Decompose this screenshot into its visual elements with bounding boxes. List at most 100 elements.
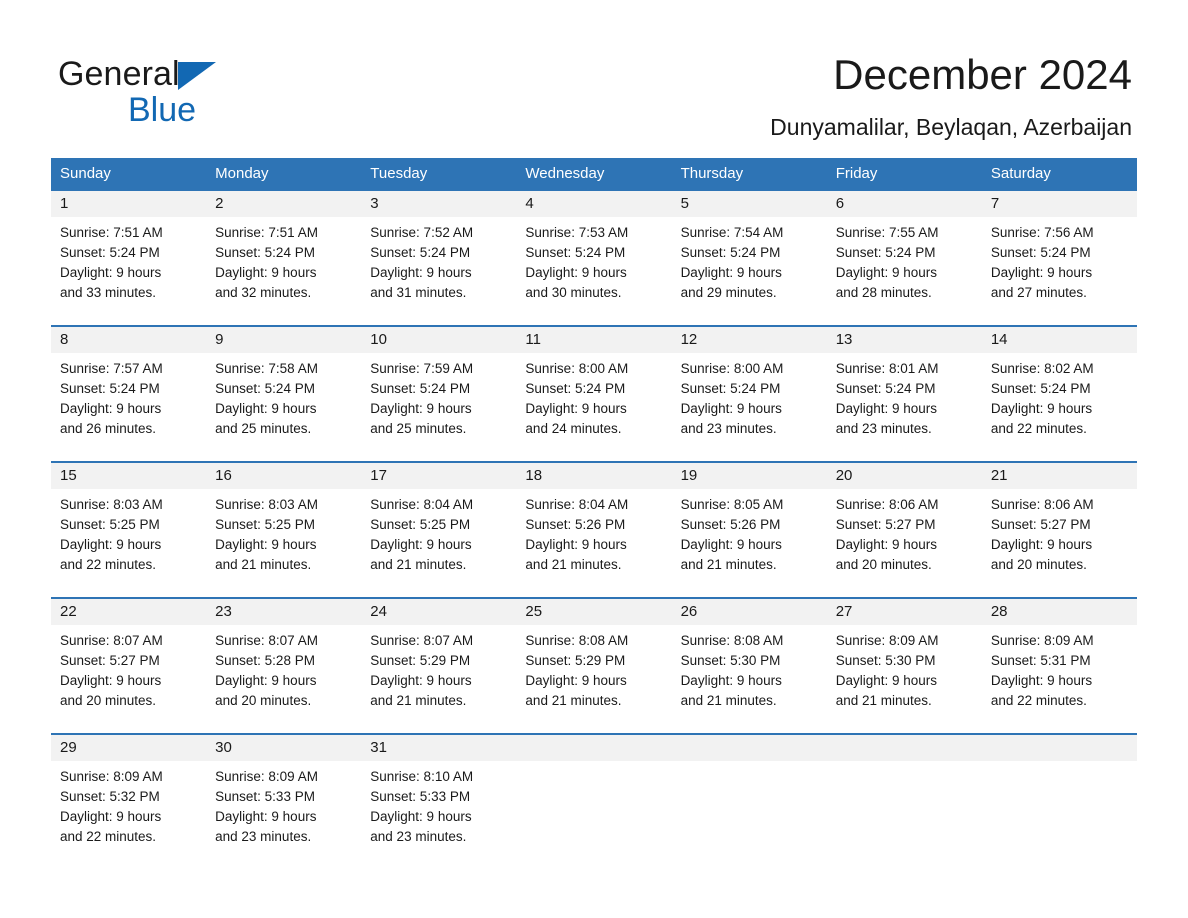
daylight-text-line2: and 25 minutes. <box>215 421 312 436</box>
day-cell[interactable]: 22 Sunrise: 8:07 AM Sunset: 5:27 PM Dayligh… <box>51 599 207 721</box>
day-cell[interactable]: 3 Sunrise: 7:52 AM Sunset: 5:24 PM Daylight… <box>361 191 517 313</box>
sunset-text: Sunset: 5:25 PM <box>215 517 315 532</box>
day-details: Sunrise: 7:54 AM Sunset: 5:24 PM Daylight:… <box>672 217 827 313</box>
day-cell[interactable]: 4 Sunrise: 7:53 AM Sunset: 5:24 PM Daylight… <box>516 191 672 313</box>
daylight-text-line2: and 33 minutes. <box>60 285 157 300</box>
day-cell[interactable]: 6 Sunrise: 7:55 AM Sunset: 5:24 PM Daylight… <box>826 191 982 313</box>
day-cell[interactable]: 17 Sunrise: 8:04 AM Sunset: 5:25 PM Dayligh… <box>361 463 517 585</box>
day-cell[interactable]: 23 Sunrise: 8:07 AM Sunset: 5:28 PM Dayligh… <box>206 599 362 721</box>
day-cell[interactable]: 18 Sunrise: 8:04 AM Sunset: 5:26 PM Dayligh… <box>516 463 672 585</box>
day-number: 29 <box>51 735 207 761</box>
sunset-text: Sunset: 5:29 PM <box>370 653 471 668</box>
day-number: 21 <box>981 463 1137 489</box>
day-cell[interactable]: 21 Sunrise: 8:06 AM Sunset: 5:27 PM Dayligh… <box>981 463 1137 585</box>
daylight-text-line1: Daylight: 9 hours <box>525 537 627 552</box>
sunrise-text: Sunrise: 8:01 AM <box>835 361 939 376</box>
sunset-text: Sunset: 5:29 PM <box>525 653 626 668</box>
daylight-text-line2: and 26 minutes. <box>60 421 157 436</box>
day-details: Sunrise: 8:09 AM Sunset: 5:32 PM Daylight:… <box>51 761 206 857</box>
sunrise-text: Sunrise: 7:56 AM <box>990 225 1094 240</box>
day-number: 7 <box>981 191 1137 217</box>
day-cell[interactable]: 10 Sunrise: 7:59 AM Sunset: 5:24 PM Dayligh… <box>361 327 517 449</box>
weekday-header-monday: Monday <box>215 165 269 182</box>
day-cell[interactable]: 1 Sunrise: 7:51 AM Sunset: 5:24 PM Daylight… <box>51 191 207 313</box>
daylight-text-line2: and 21 minutes. <box>525 693 622 708</box>
day-number: 30 <box>206 735 362 761</box>
general-blue-logo[interactable]: General Blue <box>58 54 388 132</box>
sunset-text: Sunset: 5:24 PM <box>835 381 936 396</box>
day-cell[interactable]: 12 Sunrise: 8:00 AM Sunset: 5:24 PM Dayligh… <box>671 327 827 449</box>
daylight-text-line2: and 29 minutes. <box>680 285 777 300</box>
daylight-text-line1: Daylight: 9 hours <box>60 265 162 280</box>
daylight-text-line1: Daylight: 9 hours <box>525 401 627 416</box>
sunrise-text: Sunrise: 8:04 AM <box>370 497 474 512</box>
daylight-text-line1: Daylight: 9 hours <box>215 809 317 824</box>
day-number: 28 <box>981 599 1137 625</box>
day-number: 12 <box>671 327 827 353</box>
sunrise-text: Sunrise: 8:03 AM <box>60 497 163 512</box>
daylight-text-line2: and 24 minutes. <box>525 421 622 436</box>
day-cell[interactable]: 28 Sunrise: 8:09 AM Sunset: 5:31 PM Dayligh… <box>981 599 1137 721</box>
daylight-text-line2: and 30 minutes. <box>525 285 622 300</box>
weekday-header-tuesday: Tuesday <box>370 165 428 182</box>
sunset-text: Sunset: 5:24 PM <box>990 245 1091 260</box>
sunrise-text: Sunrise: 7:55 AM <box>835 225 939 240</box>
day-details <box>672 761 827 845</box>
sunset-text: Sunset: 5:27 PM <box>60 653 160 668</box>
day-cell[interactable]: 25 Sunrise: 8:08 AM Sunset: 5:29 PM Dayligh… <box>516 599 672 721</box>
day-details: Sunrise: 7:51 AM Sunset: 5:24 PM Daylight:… <box>51 217 206 313</box>
day-cell[interactable]: 27 Sunrise: 8:09 AM Sunset: 5:30 PM Dayligh… <box>826 599 982 721</box>
weekday-header-saturday: Saturday <box>990 165 1051 182</box>
day-cell[interactable]: 16 Sunrise: 8:03 AM Sunset: 5:25 PM Dayligh… <box>206 463 362 585</box>
daylight-text-line1: Daylight: 9 hours <box>680 401 782 416</box>
day-cell[interactable]: 2 Sunrise: 7:51 AM Sunset: 5:24 PM Daylight… <box>206 191 362 313</box>
day-cell[interactable]: 11 Sunrise: 8:00 AM Sunset: 5:24 PM Dayligh… <box>516 327 672 449</box>
day-number: 3 <box>361 191 517 217</box>
day-cell[interactable]: 13 Sunrise: 8:01 AM Sunset: 5:24 PM Dayligh… <box>826 327 982 449</box>
day-cell[interactable]: 24 Sunrise: 8:07 AM Sunset: 5:29 PM Dayligh… <box>361 599 517 721</box>
day-details: Sunrise: 8:09 AM Sunset: 5:30 PM Daylight:… <box>827 625 982 721</box>
day-cell[interactable]: 14 Sunrise: 8:02 AM Sunset: 5:24 PM Dayligh… <box>981 327 1137 449</box>
sunrise-text: Sunrise: 8:06 AM <box>990 497 1094 512</box>
day-cell[interactable]: 26 Sunrise: 8:08 AM Sunset: 5:30 PM Dayligh… <box>671 599 827 721</box>
sunset-text: Sunset: 5:25 PM <box>60 517 160 532</box>
sunrise-text: Sunrise: 8:09 AM <box>990 633 1094 648</box>
sunrise-text: Sunrise: 7:52 AM <box>370 225 474 240</box>
day-cell[interactable]: 7 Sunrise: 7:56 AM Sunset: 5:24 PM Daylight… <box>981 191 1137 313</box>
day-cell[interactable]: 31 Sunrise: 8:10 AM Sunset: 5:33 PM Dayligh… <box>361 735 517 857</box>
weekday-header-row: Sunday Monday Tuesday Wednesday Thursday… <box>51 158 1137 189</box>
daylight-text-line2: and 21 minutes. <box>215 557 312 572</box>
sunrise-text: Sunrise: 7:57 AM <box>60 361 163 376</box>
daylight-text-line2: and 23 minutes. <box>680 421 777 436</box>
day-cell-empty <box>981 735 1137 857</box>
day-cell[interactable]: 15 Sunrise: 8:03 AM Sunset: 5:25 PM Dayligh… <box>51 463 207 585</box>
day-cell[interactable]: 8 Sunrise: 7:57 AM Sunset: 5:24 PM Daylight… <box>51 327 207 449</box>
day-cell[interactable]: 5 Sunrise: 7:54 AM Sunset: 5:24 PM Daylight… <box>671 191 827 313</box>
page-header: General Blue December 2024 Dunyamalilar,… <box>0 0 1188 156</box>
day-cell[interactable]: 30 Sunrise: 8:09 AM Sunset: 5:33 PM Dayligh… <box>206 735 362 857</box>
day-details: Sunrise: 8:03 AM Sunset: 5:25 PM Daylight:… <box>51 489 206 585</box>
day-details: Sunrise: 7:53 AM Sunset: 5:24 PM Daylight:… <box>516 217 671 313</box>
sunrise-text: Sunrise: 7:51 AM <box>60 225 163 240</box>
daylight-text-line1: Daylight: 9 hours <box>60 401 162 416</box>
day-cell[interactable]: 19 Sunrise: 8:05 AM Sunset: 5:26 PM Dayligh… <box>671 463 827 585</box>
day-cell[interactable]: 20 Sunrise: 8:06 AM Sunset: 5:27 PM Dayligh… <box>826 463 982 585</box>
day-number: 26 <box>671 599 827 625</box>
sunrise-text: Sunrise: 7:58 AM <box>215 361 318 376</box>
daylight-text-line2: and 21 minutes. <box>680 693 777 708</box>
day-cell[interactable]: 9 Sunrise: 7:58 AM Sunset: 5:24 PM Daylight… <box>206 327 362 449</box>
daylight-text-line1: Daylight: 9 hours <box>60 809 162 824</box>
sunrise-text: Sunrise: 8:02 AM <box>990 361 1094 376</box>
day-number <box>981 735 1137 761</box>
day-number: 13 <box>826 327 982 353</box>
day-cell[interactable]: 29 Sunrise: 8:09 AM Sunset: 5:32 PM Dayligh… <box>51 735 207 857</box>
sunrise-text: Sunrise: 8:06 AM <box>835 497 939 512</box>
sunset-text: Sunset: 5:24 PM <box>525 381 626 396</box>
daylight-text-line2: and 20 minutes. <box>215 693 312 708</box>
sunset-text: Sunset: 5:24 PM <box>60 245 160 260</box>
daylight-text-line1: Daylight: 9 hours <box>835 673 938 688</box>
sunrise-text: Sunrise: 8:07 AM <box>370 633 474 648</box>
daylight-text-line1: Daylight: 9 hours <box>370 673 472 688</box>
daylight-text-line2: and 22 minutes. <box>60 557 157 572</box>
sunset-text: Sunset: 5:24 PM <box>680 381 781 396</box>
